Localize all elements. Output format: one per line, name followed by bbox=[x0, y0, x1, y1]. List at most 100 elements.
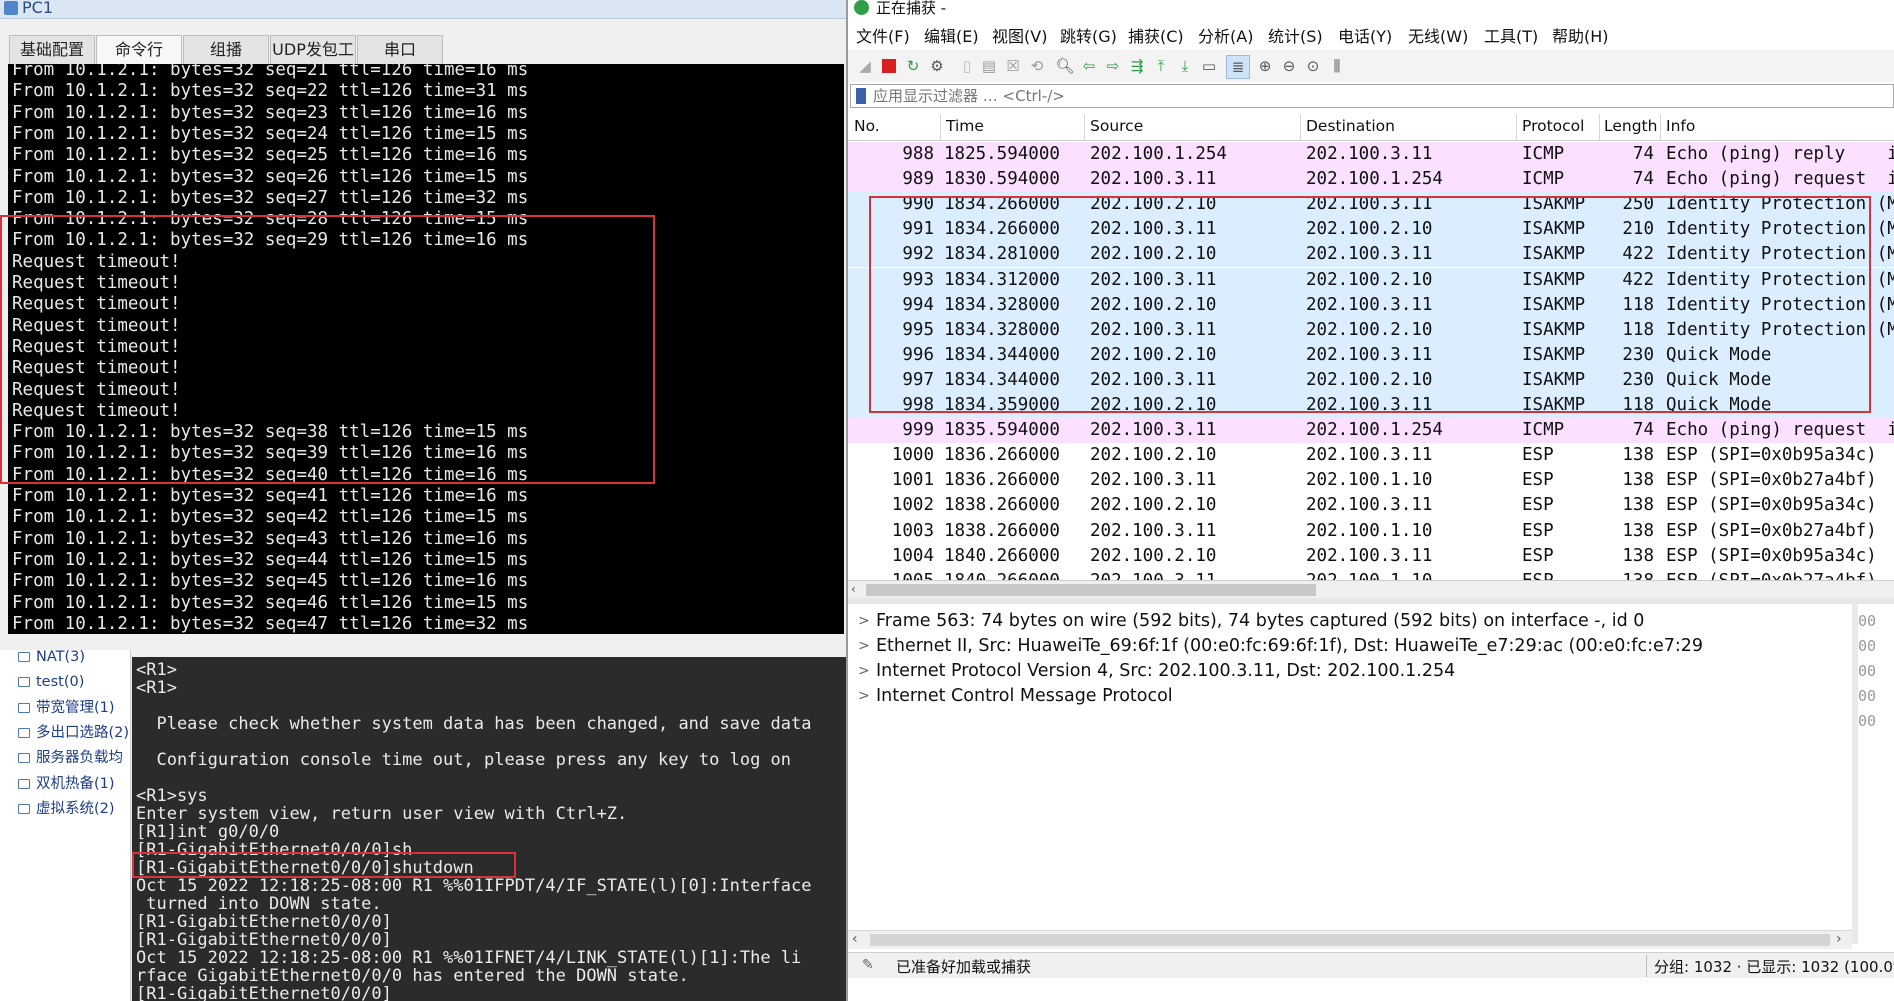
scroll-left-icon[interactable]: ‹ bbox=[851, 582, 856, 596]
menu-help[interactable]: 帮助(H) bbox=[1552, 23, 1609, 47]
packet-row[interactable]: 999 1835.594000 202.100.3.11 202.100.1.254 I… bbox=[848, 418, 1894, 444]
tab-basic-config[interactable]: 基础配置 bbox=[9, 35, 95, 64]
capture-options-icon[interactable]: ⚙ bbox=[926, 55, 948, 77]
menu-go[interactable]: 跳转(G) bbox=[1060, 23, 1117, 47]
wireshark-titlebar[interactable]: 正在捕获 - bbox=[848, 0, 1894, 18]
menu-analyze[interactable]: 分析(A) bbox=[1198, 23, 1253, 47]
tree-item[interactable]: test(0) bbox=[18, 670, 84, 694]
tree-item[interactable]: 双机热备(1) bbox=[18, 772, 115, 796]
detail-row-frame[interactable]: > Frame 563: 74 bytes on wire (592 bits),… bbox=[848, 609, 1848, 634]
tab-udp-tool[interactable]: UDP发包工具 bbox=[270, 35, 356, 87]
display-filter-input[interactable] bbox=[873, 85, 1773, 107]
tab-command-line[interactable]: 命令行 bbox=[96, 35, 182, 64]
scroll-thumb[interactable] bbox=[866, 584, 1316, 596]
tree-item[interactable]: 多出口选路(2) bbox=[18, 721, 129, 745]
menu-capture[interactable]: 捕获(C) bbox=[1128, 23, 1184, 47]
menu-edit[interactable]: 编辑(E) bbox=[924, 23, 979, 47]
col-header-info[interactable]: Info bbox=[1666, 117, 1695, 135]
bookmark-icon[interactable] bbox=[856, 88, 866, 104]
packet-cell-dst: 202.100.3.11 bbox=[1306, 144, 1433, 164]
highlight-box-timeouts bbox=[0, 215, 655, 484]
detail-row-icmp[interactable]: > Internet Control Message Protocol bbox=[848, 684, 1848, 709]
scroll-right-icon[interactable]: › bbox=[1836, 931, 1842, 947]
col-header-no[interactable]: No. bbox=[854, 117, 880, 135]
column-divider[interactable] bbox=[1084, 114, 1085, 140]
expand-arrow-icon[interactable]: > bbox=[858, 634, 870, 659]
packet-cell-src: 202.100.3.11 bbox=[1090, 520, 1217, 541]
packet-cell-proto: ICMP bbox=[1522, 144, 1565, 164]
tab-multicast[interactable]: 组播 bbox=[183, 35, 269, 64]
zoom-reset-icon[interactable]: ⊙ bbox=[1302, 55, 1324, 77]
resize-columns-icon[interactable]: ⫼ bbox=[1326, 55, 1348, 77]
go-to-packet-icon[interactable]: ⇶ bbox=[1126, 55, 1148, 77]
packet-row[interactable]: 1000 1836.266000 202.100.2.10 202.100.3.11 E… bbox=[848, 443, 1894, 469]
menu-telephony[interactable]: 电话(Y) bbox=[1338, 23, 1392, 47]
display-filter-bar bbox=[850, 84, 1894, 108]
console-line: From 10.1.2.1: bytes=32 seq=26 ttl=126 t… bbox=[12, 166, 529, 187]
pc1-titlebar[interactable]: PC1 bbox=[0, 0, 846, 19]
tree-item[interactable]: 服务器负载均 bbox=[18, 746, 123, 770]
stop-capture-icon[interactable] bbox=[878, 55, 900, 77]
restart-capture-icon[interactable]: ↻ bbox=[902, 55, 924, 77]
packet-row[interactable]: 989 1830.594000 202.100.3.11 202.100.1.254 I… bbox=[848, 167, 1894, 193]
tab-serial-port[interactable]: 串口 bbox=[357, 35, 443, 64]
go-last-packet-icon[interactable]: ⤓ bbox=[1174, 55, 1196, 77]
col-header-protocol[interactable]: Protocol bbox=[1522, 117, 1584, 135]
go-forward-icon[interactable]: ⇨ bbox=[1102, 55, 1124, 77]
start-capture-icon[interactable]: ◢ bbox=[854, 55, 876, 77]
expert-info-icon[interactable]: ✎ bbox=[862, 957, 878, 973]
save-file-icon[interactable]: ▤ bbox=[978, 55, 1000, 77]
find-packet-icon[interactable]: 🔍︎ bbox=[1054, 55, 1076, 77]
details-hscrollbar[interactable]: ‹ › bbox=[848, 930, 1852, 949]
open-file-icon[interactable]: ▯ bbox=[956, 55, 978, 77]
go-back-icon[interactable]: ⇦ bbox=[1078, 55, 1100, 77]
col-header-length[interactable]: Length bbox=[1604, 117, 1657, 135]
menu-file[interactable]: 文件(F) bbox=[856, 23, 910, 47]
col-header-time[interactable]: Time bbox=[946, 117, 984, 135]
menu-view[interactable]: 视图(V) bbox=[992, 23, 1047, 47]
col-header-destination[interactable]: Destination bbox=[1306, 117, 1395, 135]
menu-wireless[interactable]: 无线(W) bbox=[1408, 23, 1468, 47]
console-line: <R1> bbox=[136, 678, 177, 698]
column-divider[interactable] bbox=[1599, 114, 1600, 140]
column-divider[interactable] bbox=[1660, 114, 1661, 140]
expand-arrow-icon[interactable]: > bbox=[858, 684, 870, 709]
packet-row[interactable]: 1002 1838.266000 202.100.2.10 202.100.3.11 E… bbox=[848, 493, 1894, 519]
tree-item[interactable]: 带宽管理(1) bbox=[18, 696, 115, 720]
colorize-icon[interactable]: ≣ bbox=[1226, 55, 1250, 79]
packet-cell-src: 202.100.1.254 bbox=[1090, 144, 1227, 164]
packet-row[interactable]: 1004 1840.266000 202.100.2.10 202.100.3.11 E… bbox=[848, 543, 1894, 569]
scroll-thumb[interactable] bbox=[870, 934, 1830, 946]
r1-console-output[interactable]: <R1> <R1> Please check whether system dat… bbox=[132, 657, 846, 1001]
zoom-in-icon[interactable]: ⊕ bbox=[1254, 55, 1276, 77]
packet-cell-dst: 202.100.1.254 bbox=[1306, 169, 1443, 190]
scroll-left-icon[interactable]: ‹ bbox=[852, 931, 858, 947]
reload-file-icon[interactable]: ⟲ bbox=[1026, 55, 1048, 77]
menu-statistics[interactable]: 统计(S) bbox=[1268, 23, 1323, 47]
expand-arrow-icon[interactable]: > bbox=[858, 659, 870, 684]
column-divider[interactable] bbox=[1516, 114, 1517, 140]
tree-item[interactable]: NAT(3) bbox=[18, 645, 85, 669]
tree-item[interactable]: 虚拟系统(2) bbox=[18, 797, 115, 821]
menu-tools[interactable]: 工具(T) bbox=[1484, 23, 1538, 47]
detail-row-ethernet[interactable]: > Ethernet II, Src: HuaweiTe_69:6f:1f (00… bbox=[848, 634, 1848, 659]
autoscroll-icon[interactable]: ▭ bbox=[1198, 55, 1220, 77]
packet-row[interactable]: 1003 1838.266000 202.100.3.11 202.100.1.10 E… bbox=[848, 518, 1894, 544]
packet-list-hscrollbar[interactable]: ‹ bbox=[848, 580, 1894, 599]
col-header-source[interactable]: Source bbox=[1090, 117, 1143, 135]
column-divider[interactable] bbox=[1300, 114, 1301, 140]
packet-row[interactable]: 988 1825.594000 202.100.1.254 202.100.3.11 I… bbox=[848, 142, 1894, 167]
console-line: Oct 15 2022 12:18:25-08:00 R1 %%01IFPDT/… bbox=[136, 876, 812, 896]
expand-arrow-icon[interactable]: > bbox=[858, 609, 870, 634]
detail-row-ipv4[interactable]: > Internet Protocol Version 4, Src: 202.1… bbox=[848, 659, 1848, 684]
column-divider[interactable] bbox=[940, 114, 941, 140]
packet-cell-no: 1001 bbox=[891, 470, 934, 491]
packet-cell-len: 74 bbox=[1632, 144, 1654, 164]
packet-cell-info: ESP (SPI=0x0b95a34c) bbox=[1666, 495, 1877, 516]
go-first-packet-icon[interactable]: ⤒ bbox=[1150, 55, 1172, 77]
hex-byte: 00 bbox=[1858, 712, 1877, 730]
packet-row[interactable]: 1001 1836.266000 202.100.3.11 202.100.1.10 E… bbox=[848, 468, 1894, 494]
packet-cell-time: 1836.266000 bbox=[944, 445, 1060, 466]
zoom-out-icon[interactable]: ⊖ bbox=[1278, 55, 1300, 77]
close-file-icon[interactable]: ☒ bbox=[1002, 55, 1024, 77]
